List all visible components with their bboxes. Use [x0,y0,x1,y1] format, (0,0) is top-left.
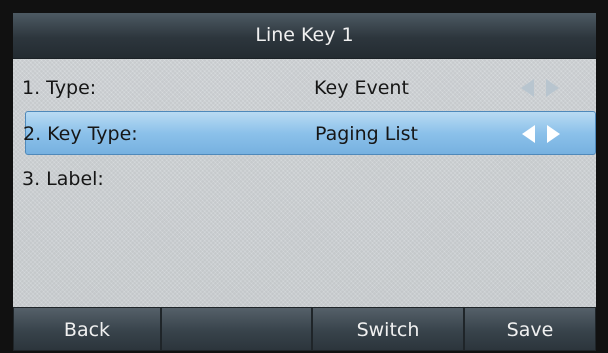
left-arrow-icon[interactable] [521,79,534,97]
setting-row-type[interactable]: 1. Type: Key Event [13,66,596,110]
setting-row-key-type[interactable]: 2. Key Type: Paging List [23,111,596,155]
phone-screen: Line Key 1 1. Type: Key Event 2. Key Typ… [0,0,608,353]
save-softkey[interactable]: Save [464,307,596,351]
row-label: 2. Key Type: [23,123,138,145]
back-softkey[interactable]: Back [13,307,161,351]
row-value: Paging List [315,123,418,145]
left-arrow-icon[interactable] [522,125,535,143]
page-title: Line Key 1 [13,13,596,59]
row-label: 1. Type: [22,77,97,99]
row-label: 3. Label: [22,168,104,190]
value-switcher[interactable] [522,125,572,143]
setting-row-label[interactable]: 3. Label: [13,157,596,201]
value-switcher[interactable] [521,79,571,97]
switch-softkey[interactable]: Switch [312,307,464,351]
right-arrow-icon[interactable] [547,125,560,143]
row-value: Key Event [314,77,409,99]
empty-softkey[interactable] [161,307,312,351]
softkey-bar: Back Switch Save [13,307,596,351]
display-area: Line Key 1 1. Type: Key Event 2. Key Typ… [13,13,596,351]
right-arrow-icon[interactable] [546,79,559,97]
